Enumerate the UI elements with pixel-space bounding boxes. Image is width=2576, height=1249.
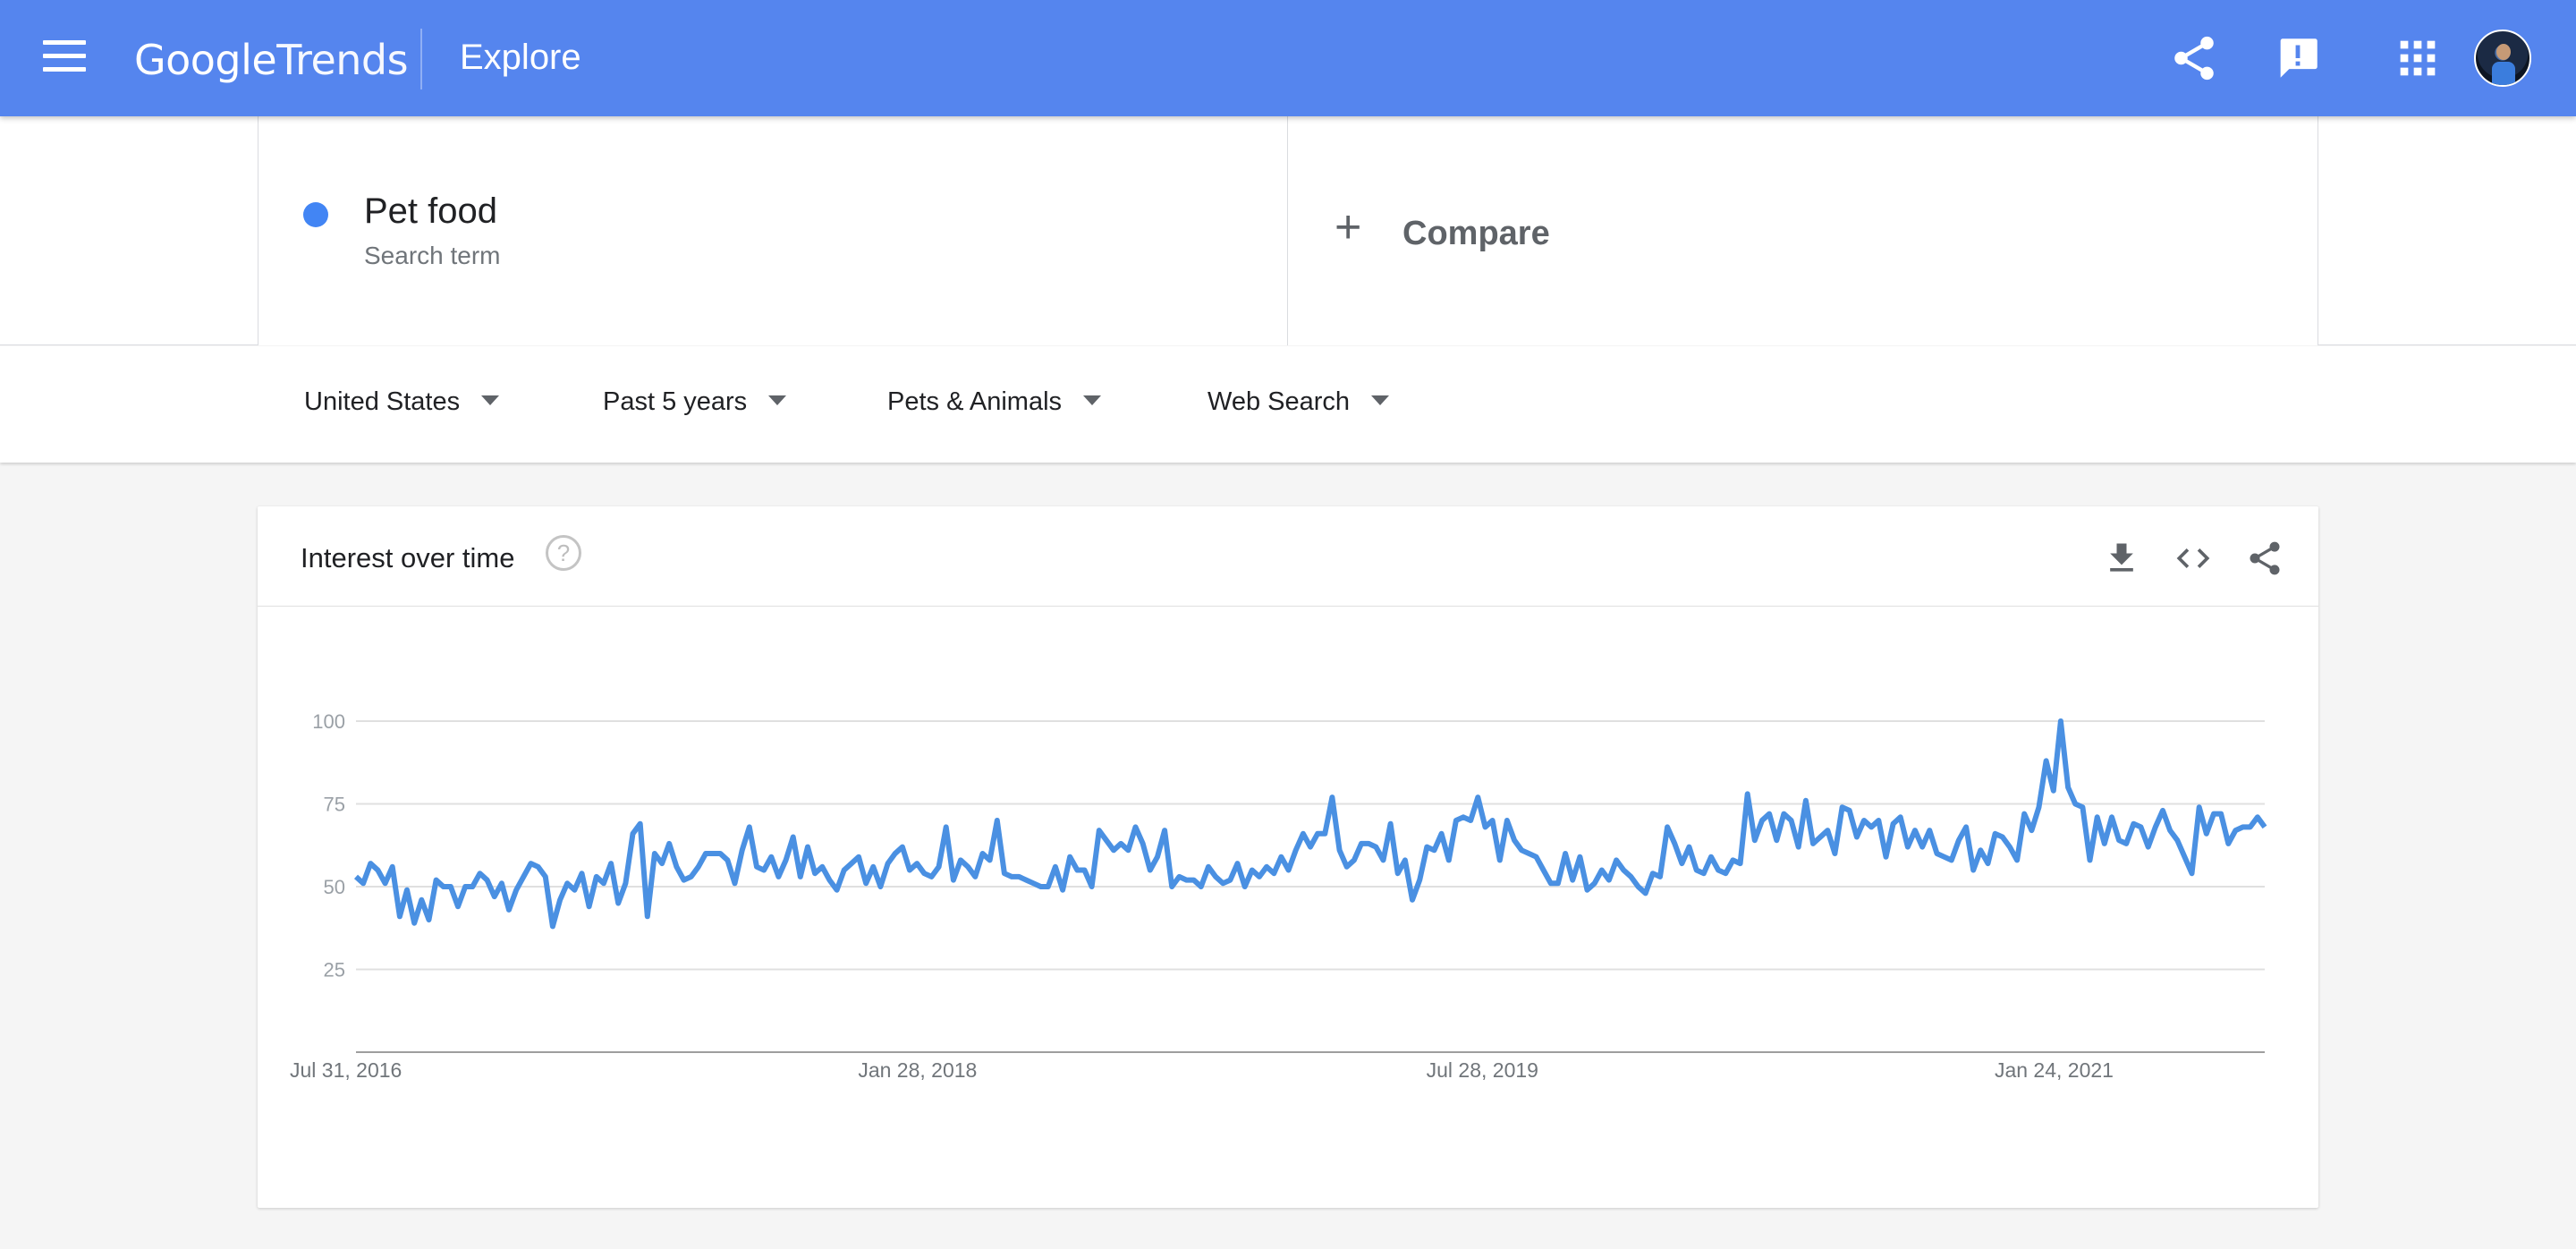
apps-icon[interactable] — [2392, 32, 2444, 84]
country-filter[interactable]: United States — [304, 387, 500, 417]
header-divider — [420, 29, 422, 89]
term-color-dot — [303, 202, 328, 227]
logo-google-text: Google — [134, 36, 277, 84]
x-tick-label: Jan 28, 2018 — [858, 1058, 977, 1082]
x-tick-label: Jan 24, 2021 — [1995, 1058, 2114, 1082]
card-title: Interest over time — [301, 542, 515, 574]
x-tick-label: Jul 28, 2019 — [1427, 1058, 1538, 1082]
x-tick-label: Jul 31, 2016 — [290, 1058, 402, 1082]
app-bar: GoogleTrends Explore — [0, 0, 2576, 116]
chevron-down-icon — [768, 395, 787, 405]
term-type: Search term — [364, 242, 501, 269]
avatar-shirt — [2492, 62, 2515, 85]
menu-icon[interactable] — [43, 40, 86, 76]
search-term-pet-food[interactable]: Pet food Search term — [258, 116, 1288, 345]
google-trends-logo[interactable]: GoogleTrends — [134, 36, 409, 84]
filter-bar: United States Past 5 years Pets & Animal… — [0, 346, 2576, 463]
compare-label: Compare — [1402, 215, 1550, 252]
property-filter-label: Web Search — [1208, 387, 1351, 416]
feedback-icon[interactable] — [2272, 32, 2324, 84]
y-tick-label: 25 — [324, 959, 345, 981]
series-line-pet-food[interactable] — [353, 718, 2267, 930]
share-icon[interactable] — [2168, 32, 2220, 84]
compare-button[interactable]: + Compare — [1288, 116, 2318, 345]
logo-trends-text: Trends — [276, 36, 409, 84]
country-filter-label: United States — [304, 387, 461, 416]
y-tick-label: 75 — [324, 794, 345, 816]
page-title: Explore — [460, 38, 581, 77]
y-tick-label: 50 — [324, 876, 345, 898]
interest-over-time-card: Interest over time ? 25 50 75 100 Jul 31, 20… — [258, 506, 2318, 1208]
chevron-down-icon — [481, 395, 500, 405]
download-icon[interactable] — [2102, 539, 2141, 578]
y-tick-label: 100 — [312, 710, 345, 733]
help-icon[interactable]: ? — [546, 535, 581, 571]
time-filter-label: Past 5 years — [603, 387, 748, 416]
card-header: Interest over time ? — [258, 506, 2318, 607]
search-terms-bar: Pet food Search term + Compare — [0, 116, 2576, 345]
plus-icon: + — [1335, 201, 1362, 253]
chevron-down-icon — [1371, 395, 1390, 405]
search-property-filter[interactable]: Web Search — [1208, 387, 1390, 417]
embed-icon[interactable] — [2174, 539, 2213, 578]
time-range-filter[interactable]: Past 5 years — [603, 387, 787, 417]
avatar-head — [2496, 44, 2511, 60]
chevron-down-icon — [1083, 395, 1102, 405]
interest-chart[interactable]: 25 50 75 100 Jul 31, 2016 Jan 28, 2018 Jul 28,… — [258, 607, 2318, 1208]
share-icon[interactable] — [2245, 539, 2284, 578]
category-filter[interactable]: Pets & Animals — [887, 387, 1102, 417]
avatar[interactable] — [2474, 30, 2531, 87]
category-filter-label: Pets & Animals — [887, 387, 1063, 416]
term-name: Pet food — [364, 191, 498, 231]
